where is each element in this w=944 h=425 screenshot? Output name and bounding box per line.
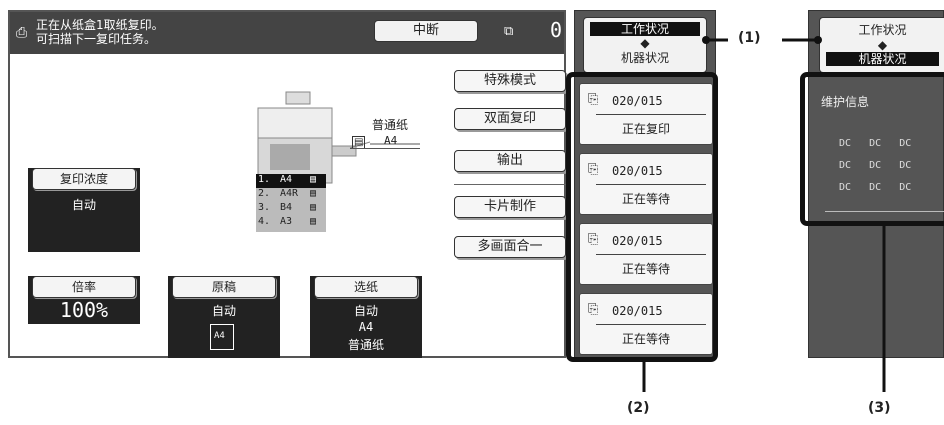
callout-lines [642,36,886,392]
callout-3: (3) [868,400,891,416]
callout-2: (2) [627,400,650,416]
callout-1: (1) [738,30,761,46]
